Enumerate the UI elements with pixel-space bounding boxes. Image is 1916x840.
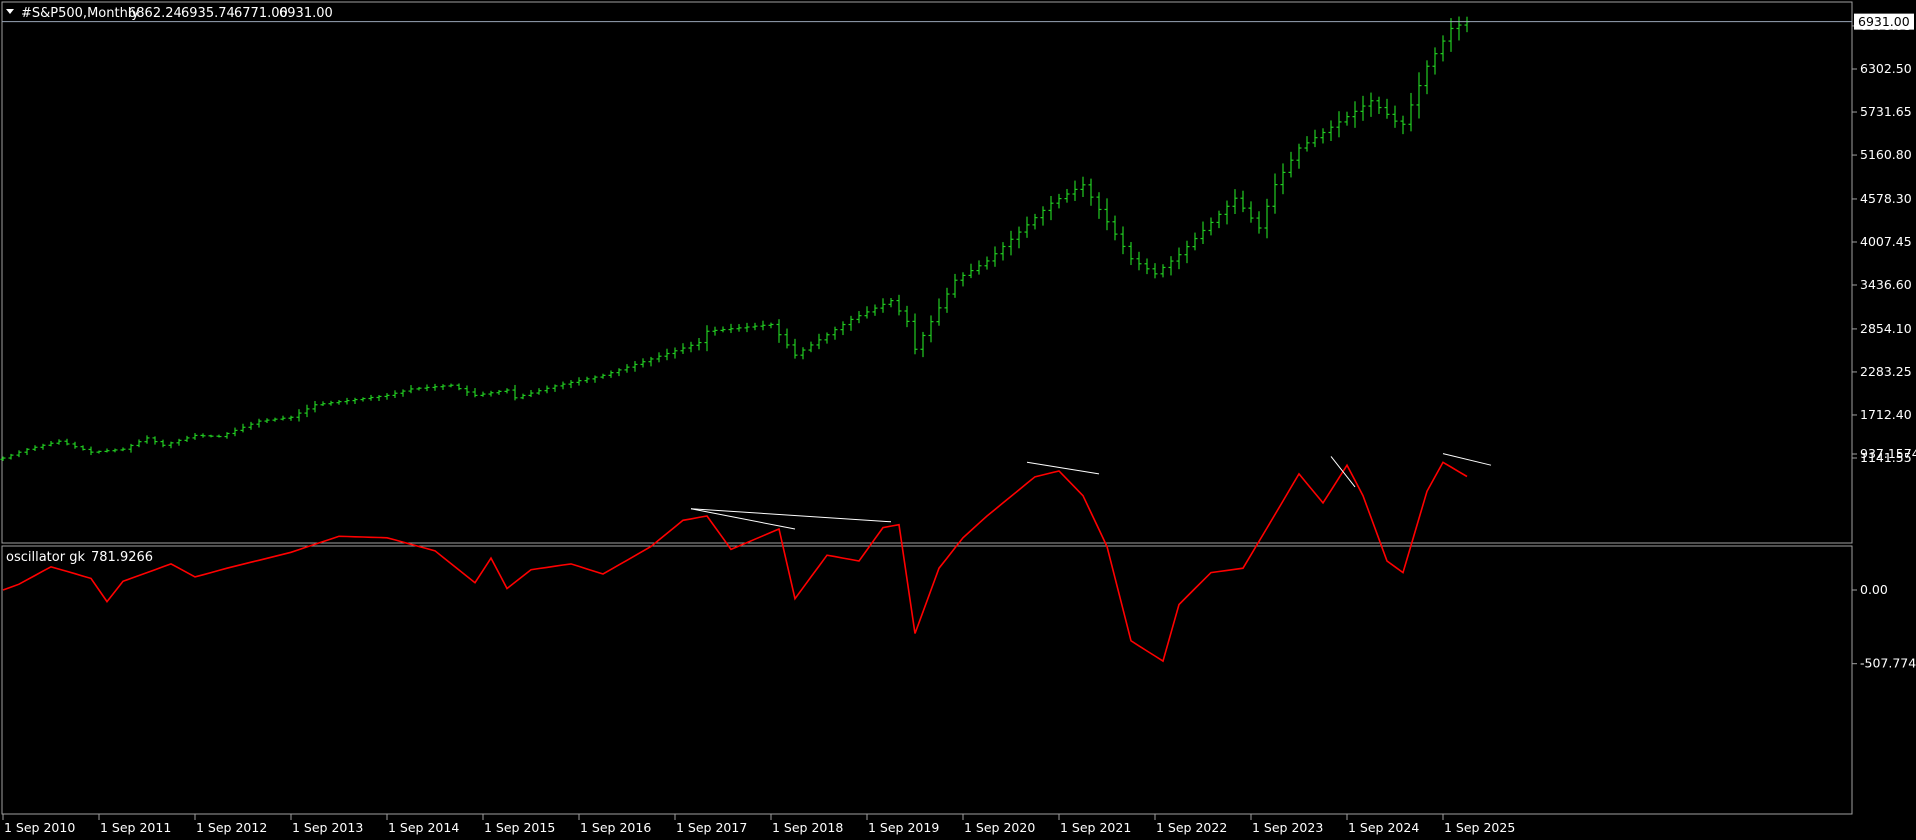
time-tick-label: 1 Sep 2018 — [772, 820, 843, 835]
oscillator-panel-header: oscillator gk 781.9266 — [6, 550, 153, 565]
oscillator-name: oscillator gk — [6, 550, 85, 565]
price-tick-label: 2283.25 — [1860, 364, 1912, 379]
ohlc-high: 6935.74 — [181, 6, 235, 21]
trading-chart[interactable]: #S&P500,Monthly 6862.24 6935.74 6771.00 … — [0, 0, 1916, 840]
time-tick-label: 1 Sep 2025 — [1444, 820, 1515, 835]
time-tick-label: 1 Sep 2015 — [484, 820, 555, 835]
time-tick-label: 1 Sep 2024 — [1348, 820, 1419, 835]
price-tick-label: 5731.65 — [1860, 104, 1912, 119]
time-tick-label: 1 Sep 2014 — [388, 820, 459, 835]
time-tick-label: 1 Sep 2022 — [1156, 820, 1227, 835]
price-tick-label: 5160.80 — [1860, 147, 1912, 162]
time-tick-label: 1 Sep 2013 — [292, 820, 363, 835]
price-tick-label: 4578.30 — [1860, 191, 1912, 206]
price-tick-label: 3436.60 — [1860, 277, 1912, 292]
chart-background — [0, 0, 1916, 840]
time-tick-label: 1 Sep 2012 — [196, 820, 267, 835]
time-tick-label: 1 Sep 2023 — [1252, 820, 1323, 835]
ohlc-open: 6862.24 — [128, 6, 182, 21]
oscillator-value: 781.9266 — [91, 550, 153, 565]
time-tick-label: 1 Sep 2017 — [676, 820, 747, 835]
time-tick-label: 1 Sep 2011 — [100, 820, 171, 835]
time-tick-label: 1 Sep 2020 — [964, 820, 1035, 835]
ohlc-close: 6931.00 — [279, 6, 333, 21]
osc-tick-label: -507.7745 — [1860, 656, 1916, 671]
price-tick-label: 2854.10 — [1860, 321, 1912, 336]
osc-tick-label: 937.1574 — [1860, 446, 1916, 461]
time-tick-label: 1 Sep 2016 — [580, 820, 651, 835]
symbol-label: #S&P500,Monthly — [21, 6, 139, 21]
price-panel-header: #S&P500,Monthly 6862.24 6935.74 6771.00 … — [6, 6, 333, 21]
current-price-label: 6931.00 — [1858, 14, 1910, 29]
price-tick-label: 1712.40 — [1860, 407, 1912, 422]
osc-tick-label: 0.00 — [1860, 582, 1888, 597]
time-tick-label: 1 Sep 2021 — [1060, 820, 1131, 835]
time-tick-label: 1 Sep 2010 — [4, 820, 75, 835]
time-tick-label: 1 Sep 2019 — [868, 820, 939, 835]
price-tick-label: 6302.50 — [1860, 61, 1912, 76]
price-tick-label: 4007.45 — [1860, 234, 1912, 249]
